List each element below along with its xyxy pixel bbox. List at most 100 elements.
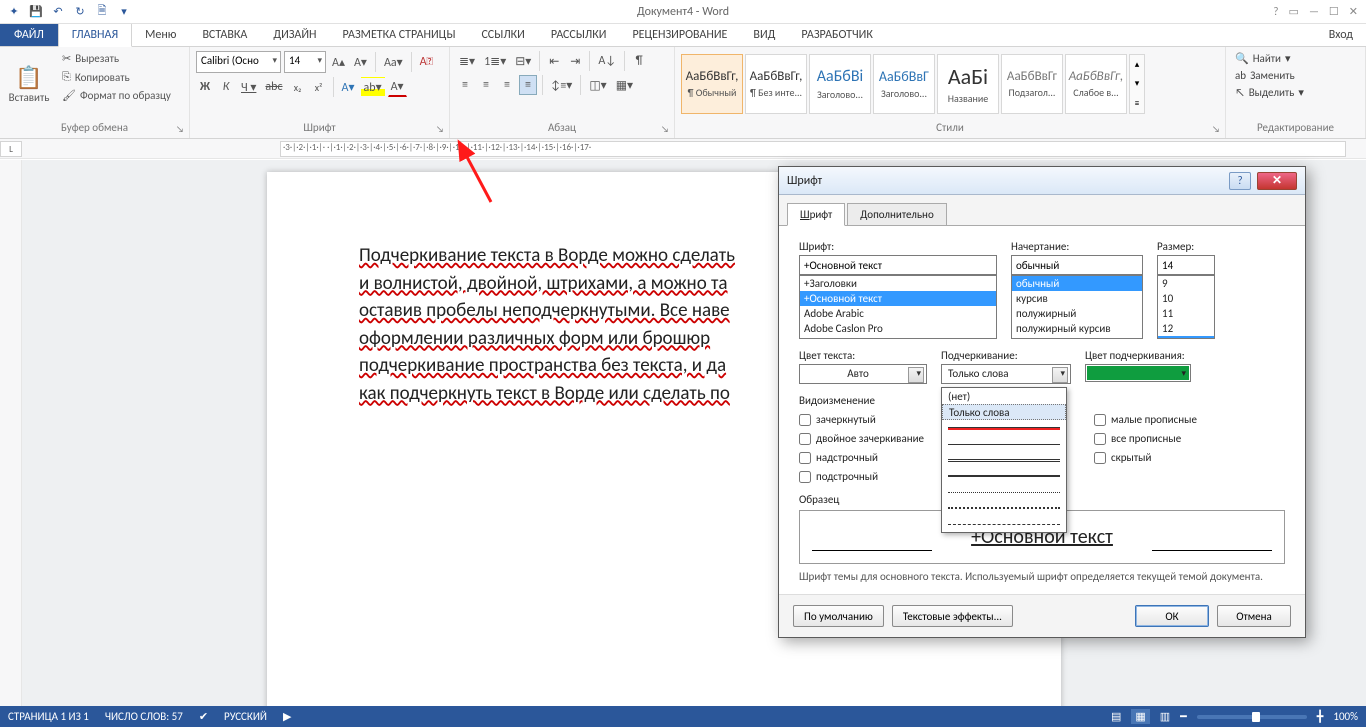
- dialog-tab-advanced[interactable]: Дополнительно: [847, 203, 946, 225]
- style-item-3[interactable]: АаБбВвГЗаголово...: [873, 54, 935, 114]
- zoom-thumb[interactable]: [1252, 712, 1260, 722]
- multilevel-icon[interactable]: ⊟▾: [512, 51, 534, 71]
- underline-button[interactable]: Ч ▾: [238, 77, 259, 97]
- align-right-icon[interactable]: ≡: [498, 75, 516, 95]
- ul-option-single2[interactable]: [942, 436, 1066, 452]
- clipboard-launcher-icon[interactable]: ↘: [174, 123, 186, 135]
- dialog-close-icon[interactable]: ✕: [1257, 172, 1297, 190]
- horizontal-ruler[interactable]: L ·3·|·2·|·1·|· ·|·1·|·2·|·3·|·4·|·5·|·6…: [0, 139, 1366, 159]
- underline-dropdown[interactable]: (нет) Только слова: [941, 387, 1067, 533]
- tab-refs[interactable]: ССЫЛКИ: [468, 24, 537, 46]
- list-item[interactable]: курсив: [1012, 291, 1142, 306]
- tab-menu[interactable]: Меню: [132, 24, 189, 46]
- list-item[interactable]: Adobe Arabic: [800, 306, 996, 321]
- list-item[interactable]: 9: [1158, 276, 1214, 291]
- text-effects-icon[interactable]: A▾: [339, 77, 358, 97]
- checkbox-подстрочный[interactable]: подстрочный: [799, 470, 924, 483]
- new-doc-icon[interactable]: 🗎: [94, 4, 110, 20]
- list-item[interactable]: 11: [1158, 306, 1214, 321]
- checkbox-скрытый[interactable]: скрытый: [1094, 451, 1197, 464]
- save-icon[interactable]: 💾: [28, 4, 44, 20]
- default-button[interactable]: По умолчанию: [793, 605, 884, 627]
- font-launcher-icon[interactable]: ↘: [434, 123, 446, 135]
- bold-button[interactable]: Ж: [196, 77, 214, 97]
- list-item[interactable]: полужирный: [1012, 306, 1142, 321]
- tab-review[interactable]: РЕЦЕНЗИРОВАНИЕ: [619, 24, 740, 46]
- list-item[interactable]: 10: [1158, 291, 1214, 306]
- dialog-tab-font[interactable]: Шрифт: [787, 203, 845, 226]
- style-gallery-more-icon[interactable]: ▴▾≡: [1129, 54, 1145, 114]
- qat-more-icon[interactable]: ▾: [116, 4, 132, 20]
- clear-format-icon[interactable]: A⃠: [417, 52, 436, 72]
- checkbox-все-прописные[interactable]: все прописные: [1094, 432, 1197, 445]
- ul-option-thick[interactable]: [942, 468, 1066, 484]
- tab-insert[interactable]: ВСТАВКА: [189, 24, 260, 46]
- format-painter-button[interactable]: 🖌Формат по образцу: [59, 88, 174, 103]
- view-web-icon[interactable]: ▥: [1160, 710, 1170, 723]
- borders-icon[interactable]: ▦▾: [613, 75, 636, 95]
- view-print-icon[interactable]: ▦: [1131, 709, 1149, 724]
- checkbox-двойное-зачеркивание[interactable]: двойное зачеркивание: [799, 432, 924, 445]
- list-item[interactable]: Adobe Caslon Pro: [800, 321, 996, 336]
- shrink-font-icon[interactable]: A▾: [351, 52, 370, 72]
- sort-icon[interactable]: A↓: [595, 51, 619, 71]
- change-case-icon[interactable]: Aa▾: [381, 52, 406, 72]
- underline-color-combo[interactable]: [1085, 364, 1191, 382]
- ul-option-dots2[interactable]: [942, 500, 1066, 516]
- style-item-4[interactable]: АаБіНазвание: [937, 54, 999, 114]
- close-icon[interactable]: ✕: [1349, 5, 1358, 18]
- list-item[interactable]: 14: [1158, 336, 1214, 339]
- list-item[interactable]: Adobe Caslon Pro Bold: [800, 336, 996, 339]
- checkbox-надстрочный[interactable]: надстрочный: [799, 451, 924, 464]
- style-item-5[interactable]: АаБбВвГгПодзагол...: [1001, 54, 1063, 114]
- ul-option-words[interactable]: Только слова: [942, 404, 1066, 420]
- select-button[interactable]: ↖Выделить ▾: [1232, 85, 1359, 100]
- font-name-list[interactable]: +Заголовки+Основной текстAdobe ArabicAdo…: [799, 275, 997, 339]
- zoom-value[interactable]: 100%: [1333, 710, 1358, 723]
- italic-button[interactable]: К: [217, 77, 235, 97]
- tab-dev[interactable]: РАЗРАБОТЧИК: [788, 24, 885, 46]
- style-item-1[interactable]: АаБбВвГг,¶ Без инте...: [745, 54, 807, 114]
- highlight-icon[interactable]: ab▾: [361, 77, 385, 97]
- font-size-list[interactable]: 910111214: [1157, 275, 1215, 339]
- view-read-icon[interactable]: ▤: [1111, 710, 1121, 723]
- checkbox-зачеркнутый[interactable]: зачеркнутый: [799, 413, 924, 426]
- align-justify-icon[interactable]: ≡: [519, 75, 537, 95]
- ul-option-dash[interactable]: [942, 516, 1066, 532]
- vertical-ruler[interactable]: [0, 160, 22, 706]
- zoom-out-icon[interactable]: ━: [1180, 710, 1187, 723]
- tab-design[interactable]: ДИЗАЙН: [260, 24, 329, 46]
- font-color-icon[interactable]: A▾: [388, 77, 407, 97]
- tab-mail[interactable]: РАССЫЛКИ: [538, 24, 620, 46]
- tab-file[interactable]: ФАЙЛ: [0, 24, 58, 46]
- status-words[interactable]: ЧИСЛО СЛОВ: 57: [105, 710, 183, 723]
- paste-button[interactable]: 📋 Вставить: [6, 51, 52, 117]
- indent-inc-icon[interactable]: ⇥: [566, 51, 584, 71]
- text-effects-button[interactable]: Текстовые эффекты...: [892, 605, 1013, 627]
- font-name-combo[interactable]: Calibri (Осно: [196, 51, 281, 73]
- style-item-2[interactable]: АаБбВіЗаголово...: [809, 54, 871, 114]
- ul-option-none[interactable]: (нет): [942, 388, 1066, 404]
- styles-launcher-icon[interactable]: ↘: [1210, 123, 1222, 135]
- font-size-combo[interactable]: 14: [284, 51, 326, 73]
- list-item[interactable]: +Основной текст: [800, 291, 996, 306]
- status-lang[interactable]: РУССКИЙ: [224, 710, 267, 723]
- replace-button[interactable]: abЗаменить: [1232, 68, 1359, 83]
- textcolor-combo[interactable]: Авто: [799, 364, 927, 384]
- font-style-list[interactable]: обычныйкурсивполужирныйполужирный курсив: [1011, 275, 1143, 339]
- cut-button[interactable]: ✂Вырезать: [59, 51, 174, 66]
- ul-option-double[interactable]: [942, 452, 1066, 468]
- tab-layout[interactable]: РАЗМЕТКА СТРАНИЦЫ: [330, 24, 469, 46]
- superscript-button[interactable]: x²: [310, 77, 328, 97]
- zoom-in-icon[interactable]: ╋: [1317, 710, 1324, 723]
- subscript-button[interactable]: x₂: [289, 77, 307, 97]
- tab-view[interactable]: ВИД: [740, 24, 788, 46]
- dialog-help-icon[interactable]: ?: [1229, 172, 1251, 190]
- find-button[interactable]: 🔍Найти ▾: [1232, 51, 1359, 66]
- bullets-icon[interactable]: ≣▾: [456, 51, 478, 71]
- paragraph-launcher-icon[interactable]: ↘: [659, 123, 671, 135]
- list-item[interactable]: +Заголовки: [800, 276, 996, 291]
- maximize-icon[interactable]: ☐: [1329, 5, 1339, 18]
- show-marks-icon[interactable]: ¶: [630, 51, 648, 71]
- style-item-0[interactable]: АаБбВвГг,¶ Обычный: [681, 54, 743, 114]
